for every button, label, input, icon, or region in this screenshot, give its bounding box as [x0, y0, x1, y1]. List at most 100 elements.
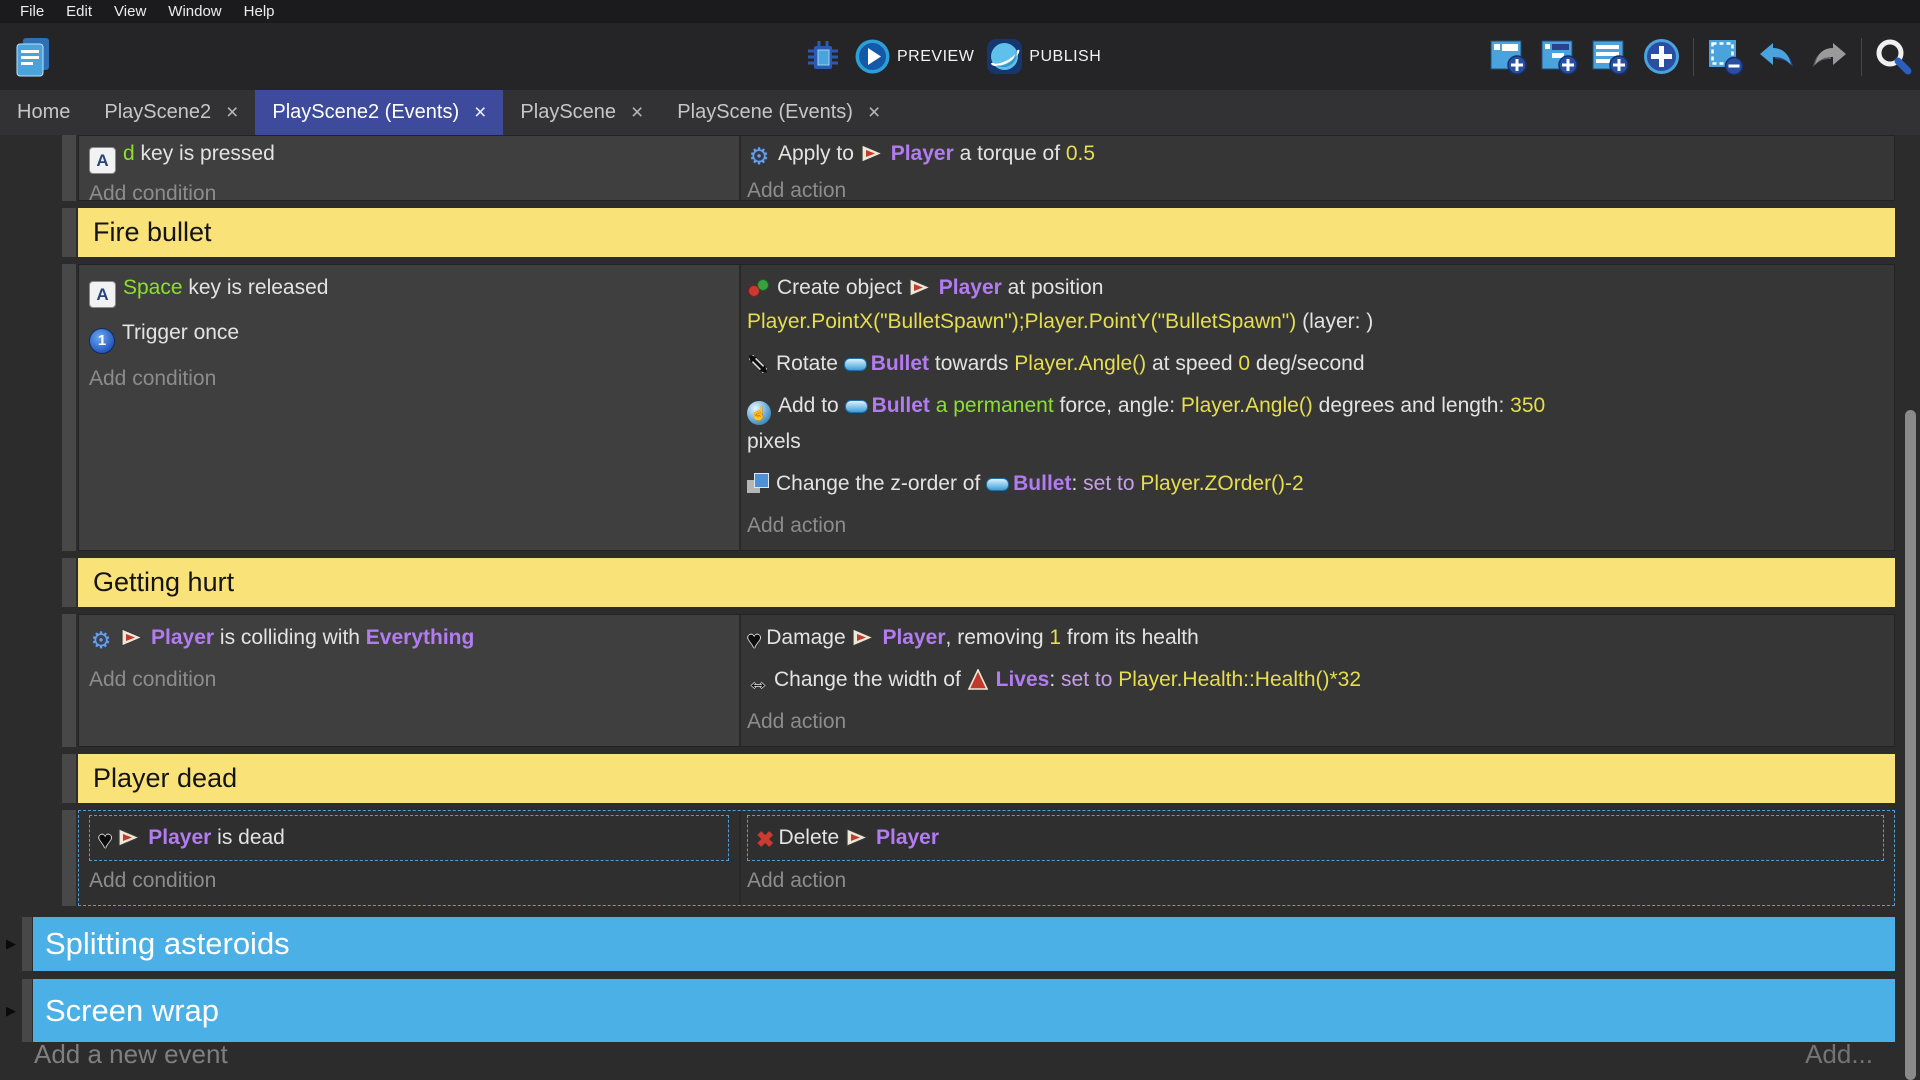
condition[interactable]: ⚙Player is colliding with Everything	[89, 621, 729, 655]
tab-label: PlayScene2 (Events)	[272, 101, 459, 124]
events-sheet: Ad key is pressed Add condition ⚙Apply to …	[0, 135, 1920, 1080]
publish-button[interactable]: PUBLISH	[986, 38, 1101, 75]
add-button[interactable]: Add...	[1805, 1039, 1873, 1070]
redo-icon[interactable]	[1809, 39, 1849, 75]
tab-close-icon[interactable]: ×	[631, 102, 643, 123]
conditions-cell[interactable]: Ad key is pressed Add condition	[79, 136, 739, 200]
add-event-icon[interactable]	[1489, 37, 1528, 76]
action[interactable]: ☝Add to Bullet a permanent force, angle:…	[747, 389, 1884, 459]
action[interactable]: ↔Change the width of Lives: set to Playe…	[747, 663, 1884, 697]
text-segment: a torque of	[954, 142, 1066, 165]
text-segment: Player.Angle()	[1181, 394, 1313, 417]
conditions-cell[interactable]: ASpace key is released 1Trigger once Add c…	[79, 265, 739, 550]
comment[interactable]: Player dead	[78, 754, 1895, 803]
drag-handle[interactable]	[62, 208, 76, 257]
force-icon: ☝	[747, 401, 771, 425]
drag-handle[interactable]	[62, 264, 76, 551]
text-segment: is colliding with	[214, 626, 366, 649]
condition[interactable]: Ad key is pressed	[89, 137, 729, 174]
text-segment: d	[123, 142, 135, 165]
tab-home[interactable]: Home	[0, 90, 87, 135]
add-action-button[interactable]: Add action	[747, 509, 1884, 543]
action[interactable]: ♥Damage Player, removing 1 from its heal…	[747, 621, 1884, 655]
drag-handle[interactable]	[62, 810, 76, 906]
actions-cell[interactable]: ♥Damage Player, removing 1 from its heal…	[739, 615, 1894, 746]
menu-edit[interactable]: Edit	[55, 3, 103, 20]
action[interactable]: ⚙Apply to Player a torque of 0.5	[747, 137, 1884, 171]
preview-button[interactable]: PREVIEW	[854, 38, 974, 75]
expand-arrow-icon[interactable]: ▶	[6, 979, 22, 1042]
add-circle-icon[interactable]	[1642, 37, 1681, 76]
conditions-cell[interactable]: ♥Player is deadAdd condition	[79, 811, 739, 905]
action[interactable]: Create object Player at positionPlayer.P…	[747, 271, 1884, 339]
text-segment: at speed	[1146, 352, 1238, 375]
menu-file[interactable]: File	[9, 3, 55, 20]
vertical-scrollbar[interactable]	[1905, 410, 1916, 1080]
text-segment: 0	[1238, 352, 1250, 375]
text-segment: Everything	[366, 626, 475, 649]
action[interactable]: Change the z-order of Bullet: set to Pla…	[747, 467, 1884, 501]
condition[interactable]: ASpace key is released	[89, 271, 729, 308]
group-header[interactable]: Screen wrap	[33, 979, 1895, 1042]
menu-help[interactable]: Help	[233, 3, 286, 20]
add-condition-button[interactable]: Add condition	[89, 362, 729, 396]
add-comment-icon[interactable]	[1591, 37, 1630, 76]
tab-playscene-events[interactable]: PlayScene (Events) ×	[660, 90, 897, 135]
actions-cell[interactable]: Create object Player at positionPlayer.P…	[739, 265, 1894, 550]
add-subevent-icon[interactable]	[1540, 37, 1579, 76]
comment[interactable]: Getting hurt	[78, 558, 1895, 607]
expand-arrow-icon[interactable]: ▶	[6, 917, 22, 971]
tab-close-icon[interactable]: ×	[226, 102, 238, 123]
debug-icon[interactable]	[804, 38, 842, 76]
ship-icon	[120, 626, 144, 649]
event-body: ♥Player is deadAdd condition✖Delete Play…	[78, 810, 1895, 906]
tab-playscene2[interactable]: PlayScene2 ×	[87, 90, 255, 135]
search-icon[interactable]	[1874, 38, 1912, 76]
drag-handle[interactable]	[62, 754, 76, 803]
add-condition-button[interactable]: Add condition	[89, 177, 729, 201]
tab-playscene[interactable]: PlayScene ×	[503, 90, 660, 135]
group-header[interactable]: Splitting asteroids	[33, 917, 1895, 971]
conditions-cell[interactable]: ⚙Player is colliding with Everything Add …	[79, 615, 739, 746]
actions-cell[interactable]: ✖Delete PlayerAdd action	[739, 811, 1894, 905]
text-segment: Damage	[766, 626, 851, 649]
text-segment: Rotate	[776, 352, 844, 375]
tab-close-icon[interactable]: ×	[474, 102, 486, 123]
undo-icon[interactable]	[1757, 39, 1797, 75]
action[interactable]: Rotate Bullet towards Player.Angle() at …	[747, 347, 1884, 381]
action[interactable]: ✖Delete Player	[747, 815, 1884, 861]
text-segment: Bullet	[871, 352, 929, 375]
text-segment: 350	[1510, 394, 1545, 417]
gdevelop-logo-icon[interactable]	[13, 36, 53, 83]
condition[interactable]: ♥Player is dead	[89, 815, 729, 861]
comment-row: Player dead	[62, 754, 1895, 803]
text-segment: Change the width of	[774, 668, 967, 691]
menu-window[interactable]: Window	[157, 3, 232, 20]
add-new-event-button[interactable]: Add a new event	[34, 1039, 228, 1070]
text-segment: :	[1071, 472, 1083, 495]
add-action-button[interactable]: Add action	[747, 174, 1884, 201]
drag-handle[interactable]	[62, 614, 76, 747]
drag-handle[interactable]	[22, 979, 32, 1042]
text-segment: pixels	[747, 430, 801, 453]
add-condition-button[interactable]: Add condition	[89, 663, 729, 697]
remove-selection-icon[interactable]	[1706, 37, 1745, 76]
tab-close-icon[interactable]: ×	[868, 102, 880, 123]
add-action-button[interactable]: Add action	[747, 864, 1884, 898]
menu-view[interactable]: View	[103, 3, 157, 20]
actions-cell[interactable]: ⚙Apply to Player a torque of 0.5 Add acti…	[739, 136, 1894, 200]
tab-playscene2-events[interactable]: PlayScene2 (Events) ×	[255, 90, 503, 135]
add-action-button[interactable]: Add action	[747, 705, 1884, 739]
condition[interactable]: 1Trigger once	[89, 316, 729, 354]
group-row: ▶Splitting asteroids	[6, 917, 1895, 971]
drag-handle[interactable]	[62, 135, 76, 201]
text-segment: 1	[1049, 626, 1061, 649]
text-segment: 0.5	[1066, 142, 1095, 165]
text-segment: Player	[876, 826, 939, 849]
text-segment: Player.PointX("BulletSpawn");Player.Poin…	[747, 310, 1296, 333]
add-condition-button[interactable]: Add condition	[89, 864, 729, 898]
menu-bar: File Edit View Window Help	[0, 0, 1920, 23]
comment[interactable]: Fire bullet	[78, 208, 1895, 257]
drag-handle[interactable]	[22, 917, 32, 971]
drag-handle[interactable]	[62, 558, 76, 607]
